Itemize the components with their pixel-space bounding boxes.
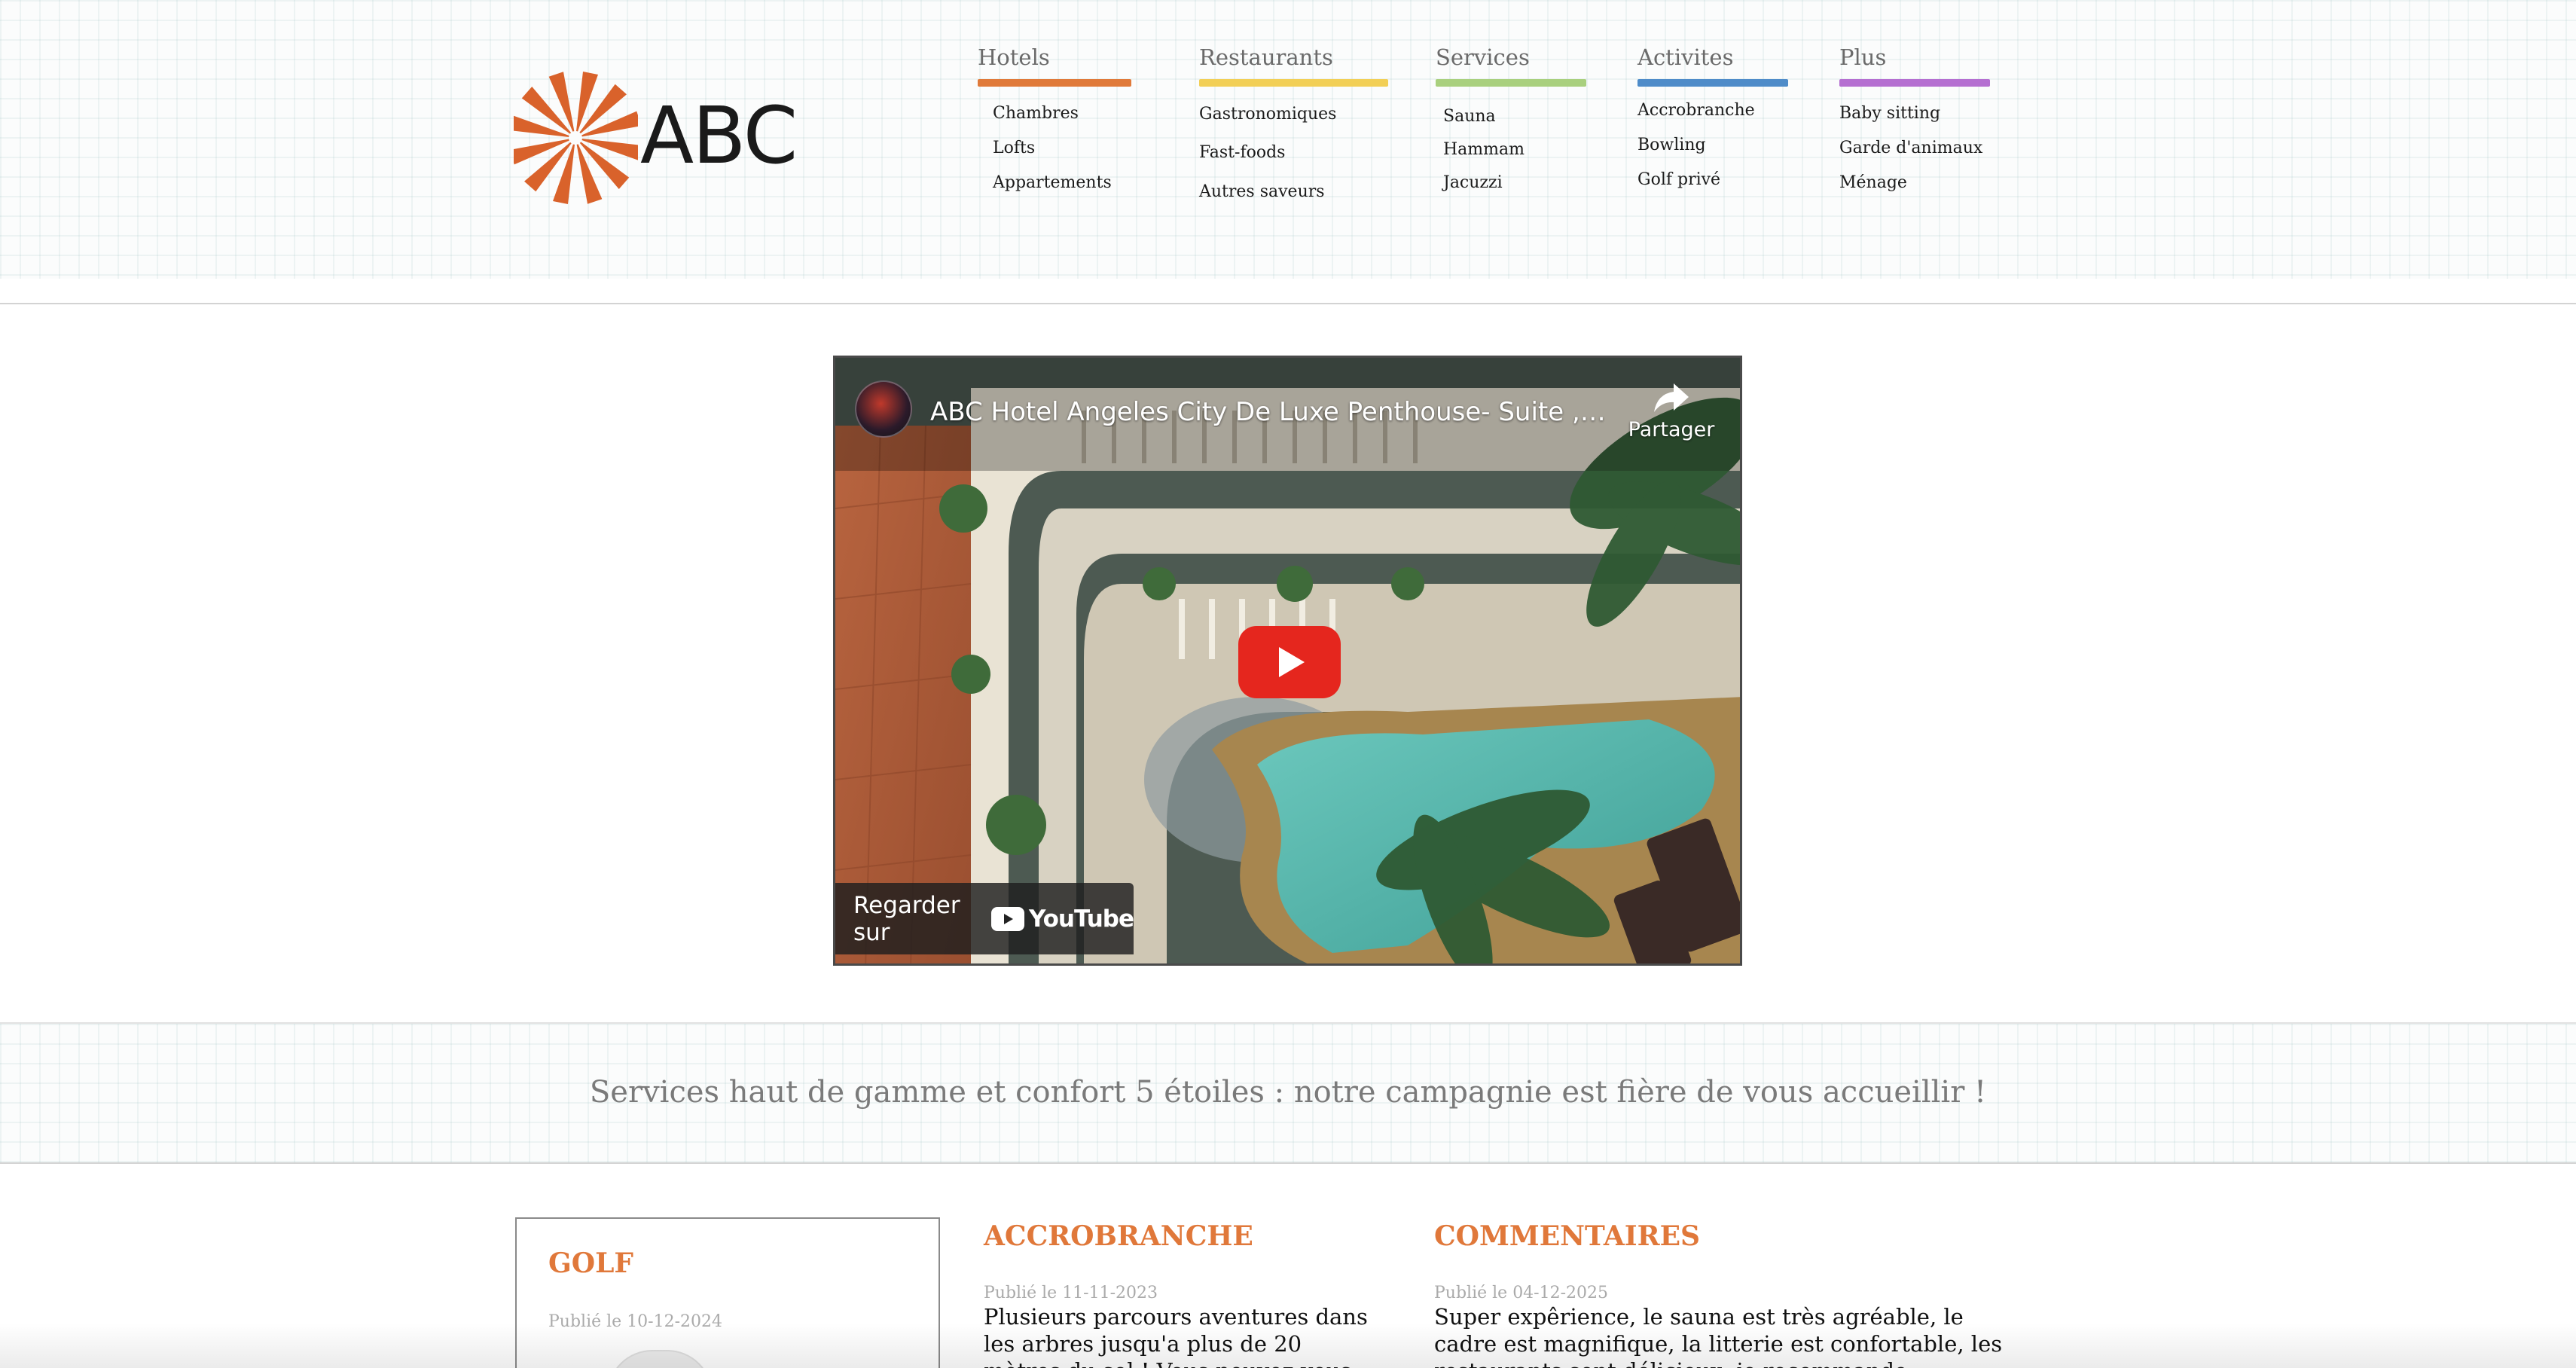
nav-title-services[interactable]: Services (1436, 47, 1586, 69)
nav-title-restaurants[interactable]: Restaurants (1199, 47, 1388, 69)
nav-item-autres-saveurs[interactable]: Autres saveurs (1199, 182, 1325, 201)
nav-item-chambres[interactable]: Chambres (993, 104, 1079, 123)
nav-title-activites[interactable]: Activites (1637, 47, 1788, 69)
nav-bar-restaurants (1199, 79, 1388, 87)
nav-item-golf-prive[interactable]: Golf privé (1637, 170, 1720, 189)
nav-menu-services: Services Sauna Hammam Jacuzzi (1436, 47, 1586, 192)
nav-bar-hotels (978, 79, 1131, 87)
logo-text: ABC (640, 90, 798, 182)
watch-on-label: Regarder sur (853, 891, 960, 946)
video-embed[interactable]: ABC Hotel Angeles City De Luxe Penthouse… (833, 356, 1742, 966)
sunburst-logo-icon (514, 72, 638, 204)
nav-item-accrobranche[interactable]: Accrobranche (1637, 101, 1755, 120)
watch-on-youtube-button[interactable]: Regarder sur YouTube (835, 883, 1134, 954)
site-header: ABC Hotels Chambres Lofts Appartements R… (0, 0, 2576, 279)
youtube-label: YouTube (1029, 905, 1134, 933)
article-title-golf[interactable]: GOLF (548, 1247, 633, 1279)
nav-item-garde-animaux[interactable]: Garde d'animaux (1839, 139, 1982, 157)
nav-item-sauna[interactable]: Sauna (1443, 107, 1496, 126)
header-divider (0, 303, 2576, 304)
share-arrow-icon (1654, 383, 1689, 412)
nav-menu-plus: Plus Baby sitting Garde d'animaux Ménage (1839, 47, 1990, 192)
channel-avatar[interactable] (855, 380, 912, 438)
nav-title-hotels[interactable]: Hotels (978, 47, 1131, 69)
nav-bar-services (1436, 79, 1586, 87)
article-body-accrobranche: Plusieurs parcours aventures dans les ar… (984, 1304, 1368, 1368)
nav-menu-activites: Activites Accrobranche Bowling Golf priv… (1637, 47, 1788, 189)
site-logo[interactable]: ABC (514, 66, 798, 209)
nav-bar-plus (1839, 79, 1990, 87)
nav-item-jacuzzi[interactable]: Jacuzzi (1443, 173, 1503, 192)
nav-title-plus[interactable]: Plus (1839, 47, 1990, 69)
article-body-commentaires: Super expêrience, le sauna est très agré… (1434, 1304, 2003, 1368)
article-title-accrobranche[interactable]: ACCROBRANCHE (984, 1220, 1253, 1252)
article-thumbnail-golf (607, 1350, 713, 1368)
article-title-commentaires[interactable]: COMMENTAIRES (1434, 1220, 1700, 1252)
article-card-golf[interactable]: GOLF Publié le 10-12-2024 (515, 1217, 940, 1368)
share-button[interactable]: Partager (1622, 379, 1720, 441)
article-date-accrobranche: Publié le 11-11-2023 (984, 1284, 1158, 1302)
nav-item-lofts[interactable]: Lofts (993, 139, 1035, 157)
nav-menu-hotels: Hotels Chambres Lofts Appartements (978, 47, 1131, 192)
nav-item-gastronomiques[interactable]: Gastronomiques (1199, 105, 1336, 124)
article-date-golf: Publié le 10-12-2024 (548, 1312, 723, 1331)
nav-item-hammam[interactable]: Hammam (1443, 140, 1525, 159)
nav-menu-restaurants: Restaurants Gastronomiques Fast-foods Au… (1199, 47, 1388, 201)
video-title[interactable]: ABC Hotel Angeles City De Luxe Penthouse… (930, 397, 1608, 427)
nav-item-appartements[interactable]: Appartements (993, 173, 1112, 192)
play-icon[interactable] (1238, 626, 1341, 698)
article-date-commentaires: Publié le 04-12-2025 (1434, 1284, 1609, 1302)
share-label: Partager (1628, 418, 1715, 441)
youtube-icon (991, 906, 1024, 931)
nav-bar-activites (1637, 79, 1788, 87)
tagline: Services haut de gamme et confort 5 étoi… (589, 1075, 1987, 1110)
tagline-band: Services haut de gamme et confort 5 étoi… (0, 1022, 2576, 1164)
youtube-logo: YouTube (991, 905, 1134, 933)
nav-item-baby-sitting[interactable]: Baby sitting (1839, 104, 1940, 123)
nav-item-menage[interactable]: Ménage (1839, 173, 1907, 192)
nav-item-fast-foods[interactable]: Fast-foods (1199, 143, 1285, 162)
nav-item-bowling[interactable]: Bowling (1637, 136, 1706, 154)
